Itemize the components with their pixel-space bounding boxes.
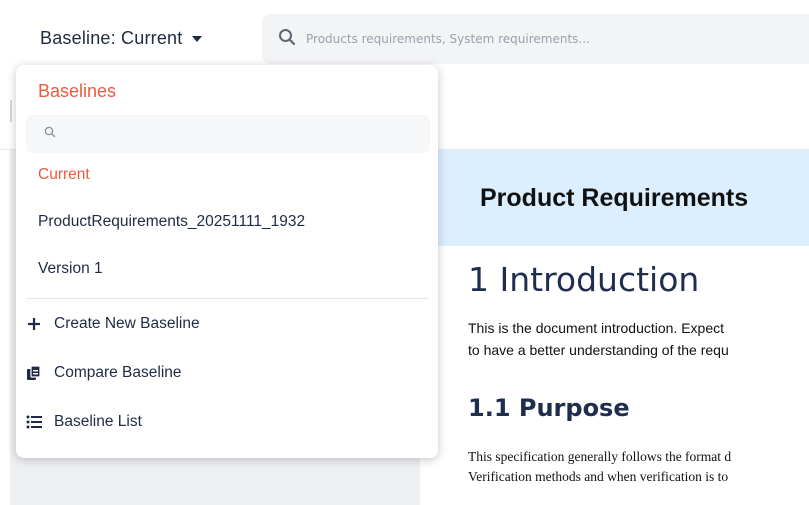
baseline-selector-label: Baseline: Current [40, 27, 183, 48]
document-title: Product Requirements [480, 183, 749, 212]
compare-baseline-label: Compare Baseline [54, 364, 182, 381]
document-view: Product Requirements 1 Introduction This… [438, 150, 809, 505]
baseline-item-current[interactable]: Current [38, 166, 90, 184]
baseline-list-label: Baseline List [54, 413, 142, 430]
baseline-search[interactable] [26, 115, 430, 153]
baseline-search-input[interactable] [64, 126, 424, 142]
chevron-down-icon [192, 36, 203, 42]
search-icon [278, 28, 296, 51]
text-line: Verification methods and when verificati… [468, 469, 729, 484]
compare-icon [26, 365, 42, 381]
baseline-selector-button[interactable]: Baseline: Current [40, 24, 203, 52]
plus-icon [26, 316, 42, 332]
create-new-baseline-button[interactable]: Create New Baseline [26, 315, 200, 333]
section-purpose-text: This specification generally follows the… [468, 447, 731, 487]
dropdown-title: Baselines [38, 81, 117, 101]
baseline-item-productrequirements[interactable]: ProductRequirements_20251111_1932 [38, 213, 305, 231]
divider [10, 100, 12, 122]
baseline-list-button[interactable]: Baseline List [26, 413, 142, 431]
document-header: Product Requirements [438, 150, 809, 246]
text-line: This is the document introduction. Expec… [468, 320, 725, 336]
dropdown-divider [26, 298, 428, 299]
compare-baseline-button[interactable]: Compare Baseline [26, 364, 182, 382]
list-icon [26, 414, 42, 430]
global-search[interactable] [262, 14, 809, 64]
text-line: This specification generally follows the… [468, 449, 732, 464]
text-line: to have a better understanding of the re… [468, 342, 729, 358]
baselines-dropdown: Baselines Current ProductRequirements_20… [16, 65, 438, 458]
top-bar: Baseline: Current [0, 0, 809, 75]
section-heading-introduction: 1 Introduction [468, 260, 700, 299]
section-heading-purpose: 1.1 Purpose [468, 394, 630, 422]
baseline-item-version-1[interactable]: Version 1 [38, 260, 103, 278]
section-introduction-text: This is the document introduction. Expec… [468, 317, 729, 361]
global-search-input[interactable] [306, 32, 786, 46]
search-icon [44, 125, 56, 143]
create-new-baseline-label: Create New Baseline [54, 315, 200, 332]
